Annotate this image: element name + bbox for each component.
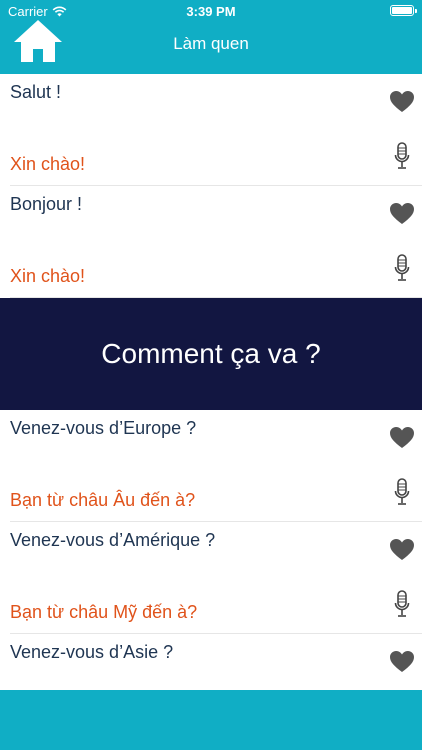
section-header: Comment ça va ? xyxy=(0,298,422,410)
status-time: 3:39 PM xyxy=(186,4,236,19)
bottom-bar xyxy=(0,690,422,750)
french-phrase: Venez-vous d’Amérique ? xyxy=(10,530,216,550)
list-item: Salut ! Xin chào! xyxy=(10,74,422,186)
list-item: Venez-vous d’Europe ? Bạn từ châu Âu đến… xyxy=(10,410,422,522)
microphone-icon[interactable] xyxy=(394,590,410,618)
microphone-icon[interactable] xyxy=(394,254,410,282)
heart-icon[interactable] xyxy=(390,203,414,225)
list-item: Venez-vous d’Amérique ? Bạn từ châu Mỹ đ… xyxy=(10,522,422,634)
french-phrase: Salut ! xyxy=(10,82,62,102)
french-phrase: Venez-vous d’Europe ? xyxy=(10,418,197,438)
heart-icon[interactable] xyxy=(390,651,414,673)
french-phrase: Bonjour ! xyxy=(10,194,83,214)
heart-icon[interactable] xyxy=(390,91,414,113)
microphone-icon[interactable] xyxy=(394,478,410,506)
vietnamese-translation: Xin chào! xyxy=(10,266,86,286)
phrase-list[interactable]: Salut ! Xin chào! Bonjour ! Xin chào! Co… xyxy=(0,74,422,690)
heart-icon[interactable] xyxy=(390,427,414,449)
list-item: Venez-vous d’Asie ? xyxy=(10,634,422,690)
french-phrase: Venez-vous d’Asie ? xyxy=(10,642,174,662)
microphone-icon[interactable] xyxy=(394,142,410,170)
vietnamese-translation: Bạn từ châu Mỹ đến à? xyxy=(10,602,198,622)
battery-icon xyxy=(390,5,417,16)
app-header: Carrier 3:39 PM Làm quen xyxy=(0,0,422,74)
list-item: Bonjour ! Xin chào! xyxy=(10,186,422,298)
heart-icon[interactable] xyxy=(390,539,414,561)
vietnamese-translation: Bạn từ châu Âu đến à? xyxy=(10,490,196,510)
vietnamese-translation: Xin chào! xyxy=(10,154,86,174)
page-title: Làm quen xyxy=(173,34,249,53)
